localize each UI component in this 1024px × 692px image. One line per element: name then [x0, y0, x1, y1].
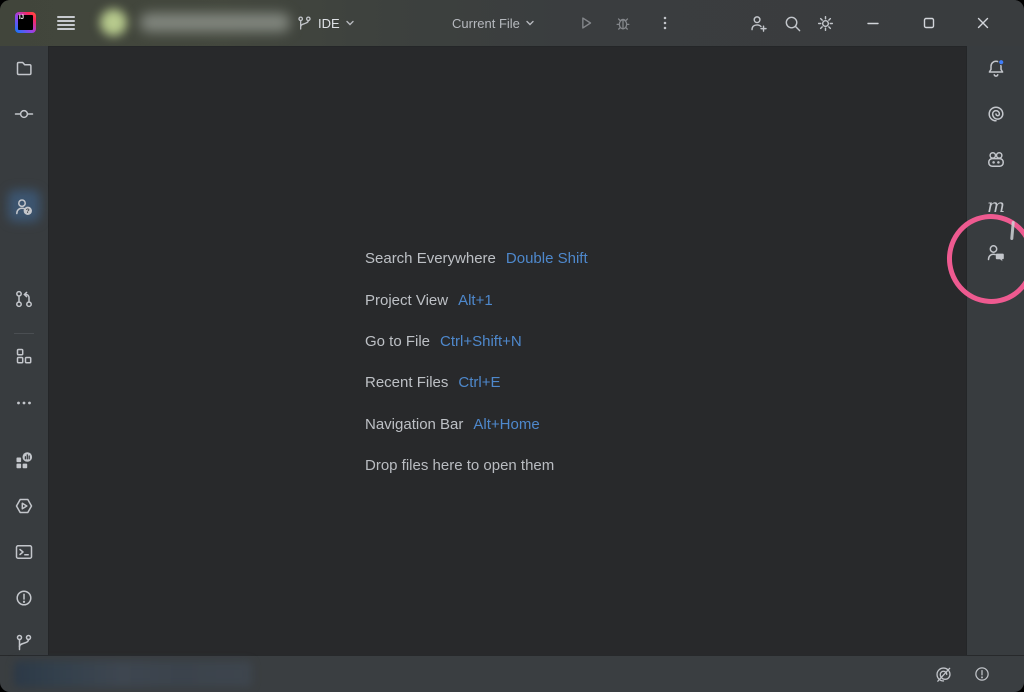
more-options-button[interactable] — [655, 13, 675, 33]
notifications-bell-icon[interactable] — [986, 58, 1006, 78]
svg-text:?: ? — [26, 208, 30, 215]
status-info-blurred[interactable] — [14, 661, 252, 687]
shortcut-keys-link[interactable]: Double Shift — [506, 250, 588, 267]
screenshot-root: IJ IDE Current File — [0, 0, 1024, 692]
shortcut-row: Search Everywhere Double Shift — [365, 238, 588, 279]
maximize-button[interactable] — [920, 14, 938, 32]
branch-label: IDE — [318, 16, 340, 31]
chevron-down-icon — [525, 18, 535, 28]
minimize-button[interactable] — [864, 14, 882, 32]
run-config-label: Current File — [452, 16, 520, 31]
search-icon[interactable] — [782, 13, 802, 33]
shortcut-label: Search Everywhere — [365, 250, 496, 267]
shortcut-keys-link[interactable]: Alt+1 — [458, 292, 493, 309]
ai-assistant-icon[interactable] — [986, 104, 1006, 124]
debug-button[interactable] — [613, 13, 633, 33]
drop-hint-text: Drop files here to open them — [365, 457, 554, 474]
shortcut-row: Project View Alt+1 — [365, 279, 588, 320]
dashboard-chart-icon[interactable] — [14, 450, 34, 470]
run-config-widget[interactable]: Current File — [452, 11, 535, 35]
services-icon[interactable] — [14, 496, 34, 516]
pull-requests-icon[interactable] — [14, 289, 34, 309]
close-button[interactable] — [974, 14, 992, 32]
stripe-divider — [14, 333, 34, 334]
problems-icon[interactable] — [14, 588, 34, 608]
shortcut-label: Recent Files — [365, 374, 448, 391]
right-tool-stripe: m — [966, 46, 1024, 656]
ide-logo-icon: IJ — [15, 12, 36, 33]
shortcut-hints: Search Everywhere Double Shift Project V… — [365, 238, 588, 486]
main-menu-button[interactable] — [57, 16, 75, 30]
project-icon-blurred[interactable] — [100, 9, 127, 36]
commit-icon[interactable] — [14, 104, 34, 124]
run-button[interactable] — [576, 13, 596, 33]
shortcut-row: Navigation Bar Alt+Home — [365, 404, 588, 445]
status-bar — [0, 655, 1024, 692]
maven-letter: m — [987, 196, 1005, 216]
ai-disabled-icon[interactable] — [933, 664, 953, 684]
shortcut-keys-link[interactable]: Ctrl+Shift+N — [440, 333, 522, 350]
editor-area: Search Everywhere Double Shift Project V… — [49, 47, 966, 656]
shortcut-row: Recent Files Ctrl+E — [365, 362, 588, 403]
shortcut-keys-link[interactable]: Ctrl+E — [458, 374, 500, 391]
chevron-down-icon — [345, 18, 355, 28]
add-user-button[interactable] — [748, 13, 768, 33]
ide-window: IJ IDE Current File — [0, 0, 1024, 692]
bot-icon[interactable] — [986, 150, 1006, 170]
title-bar: IJ IDE Current File — [0, 0, 1024, 47]
more-horizontal-icon[interactable] — [14, 393, 34, 413]
person-question-icon[interactable]: ? — [14, 197, 34, 217]
person-chat-icon[interactable] — [986, 243, 1006, 263]
maven-icon[interactable]: m — [986, 196, 1006, 216]
git-branch-icon — [296, 15, 313, 32]
event-log-icon[interactable] — [972, 664, 992, 684]
structure-icon[interactable] — [14, 346, 34, 366]
terminal-icon[interactable] — [14, 542, 34, 562]
shortcut-keys-link[interactable]: Alt+Home — [473, 416, 539, 433]
project-name-blurred[interactable] — [140, 13, 290, 32]
project-folder-icon[interactable] — [14, 58, 34, 78]
left-tool-stripe: ? — [0, 46, 49, 656]
shortcut-label: Project View — [365, 292, 448, 309]
settings-gear-icon[interactable] — [815, 13, 835, 33]
git-branch-icon[interactable] — [14, 633, 34, 653]
shortcut-row: Go to File Ctrl+Shift+N — [365, 321, 588, 362]
drop-hint-row: Drop files here to open them — [365, 445, 588, 486]
shortcut-label: Go to File — [365, 333, 430, 350]
vcs-branch-widget[interactable]: IDE — [296, 11, 355, 35]
shortcut-label: Navigation Bar — [365, 416, 463, 433]
